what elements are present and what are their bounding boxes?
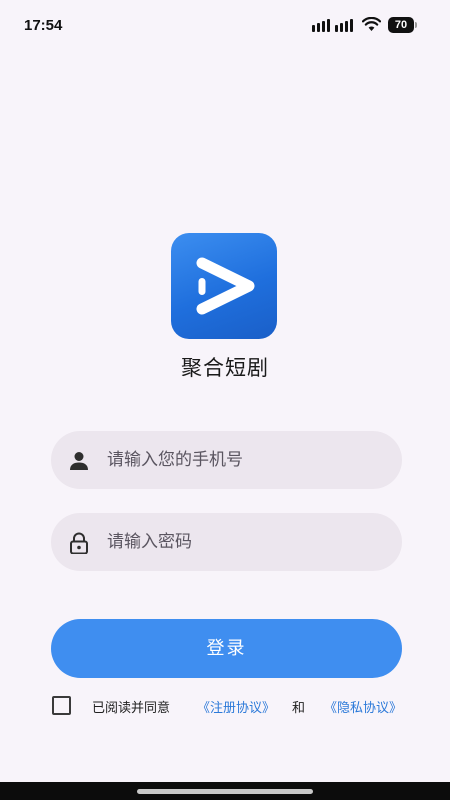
- status-bar: 17:54 70: [0, 0, 450, 52]
- home-indicator[interactable]: [137, 789, 313, 794]
- system-nav-bar: [0, 782, 450, 800]
- status-time: 17:54: [24, 17, 63, 34]
- login-screen: 17:54 70 聚合短剧 请输入您的手机号 登录 已阅读并同意 《注册协议》 …: [0, 0, 450, 800]
- phone-input[interactable]: [107, 431, 387, 489]
- lock-icon: [70, 532, 88, 554]
- password-input[interactable]: [107, 513, 387, 571]
- register-agreement-link[interactable]: 《注册协议》: [197, 697, 275, 716]
- agreement-and: 和: [292, 701, 306, 716]
- user-icon: [70, 452, 88, 470]
- agreement-checkbox[interactable]: [52, 696, 71, 715]
- password-field[interactable]: [51, 513, 402, 571]
- agreement-prefix: 已阅读并同意: [92, 701, 171, 716]
- privacy-agreement-link[interactable]: 《隐私协议》: [324, 697, 402, 716]
- app-name: 聚合短剧: [181, 356, 269, 380]
- signal-icon: [312, 19, 353, 32]
- play-logo-icon: [171, 233, 277, 339]
- login-button[interactable]: 登录: [51, 619, 402, 678]
- battery-level: 70: [388, 17, 414, 33]
- battery-icon: 70: [388, 17, 418, 33]
- phone-field[interactable]: [51, 431, 402, 489]
- wifi-icon: [362, 17, 381, 31]
- battery-tip: [415, 22, 417, 28]
- agreement-row: 已阅读并同意 《注册协议》 和 《隐私协议》: [52, 696, 412, 718]
